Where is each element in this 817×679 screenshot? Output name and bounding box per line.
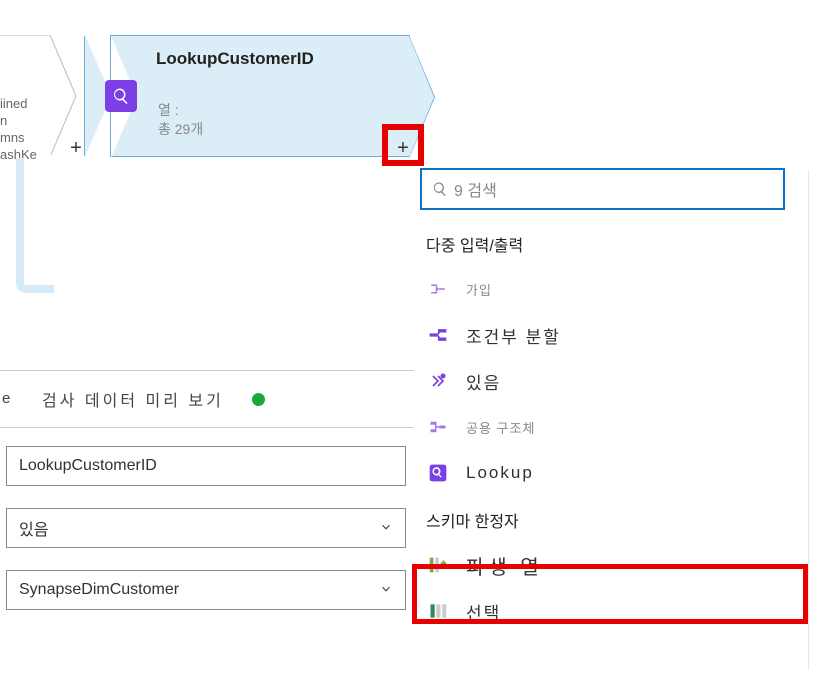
- add-branch-button-left[interactable]: +: [65, 138, 87, 160]
- select-icon: [426, 599, 450, 623]
- vertical-separator: [808, 170, 809, 670]
- search-placeholder: 9 검색: [454, 177, 497, 201]
- lookup-small-icon: [426, 461, 450, 485]
- status-dot-ok: [252, 393, 265, 406]
- connector-line-ext: [24, 285, 54, 293]
- add-transformation-button[interactable]: +: [392, 138, 414, 160]
- menu-section-schema-modifier: 스키마 한정자: [420, 504, 800, 542]
- lookup-node-columns-count: 총 29개: [158, 119, 203, 139]
- transformation-menu: 9 검색 다중 입력/출력 가입 조건부 분할 있음 공용 구조체 Lookup…: [420, 168, 800, 634]
- exists-type-select[interactable]: 있음: [6, 508, 406, 548]
- chevron-down-icon: [379, 520, 393, 537]
- conditional-split-icon: [426, 323, 450, 347]
- derived-column-icon: [426, 553, 450, 577]
- lookup-node[interactable]: LookupCustomerID 열 : 총 29개: [110, 35, 410, 157]
- menu-section-multi-io: 다중 입력/출력: [420, 228, 800, 266]
- menu-item-derived-column[interactable]: 파생 열: [420, 542, 800, 588]
- menu-item-exists[interactable]: 있음: [420, 358, 800, 404]
- connector-line: [16, 158, 26, 293]
- menu-item-lookup[interactable]: Lookup: [420, 450, 800, 496]
- union-icon: [426, 415, 450, 439]
- search-icon: [432, 181, 448, 197]
- tab-data-preview[interactable]: 검사 데이터 미리 보기: [42, 387, 224, 411]
- exists-icon: [426, 369, 450, 393]
- menu-item-select[interactable]: 선택: [420, 588, 800, 634]
- menu-item-join[interactable]: 가입: [420, 266, 800, 312]
- right-stream-select[interactable]: SynapseDimCustomer: [6, 570, 406, 610]
- stream-name-input[interactable]: LookupCustomerID: [6, 446, 406, 486]
- upstream-node-columns: iined n mns ashKe: [0, 95, 37, 163]
- lookup-node-title: LookupCustomerID: [156, 49, 314, 69]
- chevron-down-icon: [379, 582, 393, 599]
- lookup-icon: [105, 80, 137, 112]
- lookup-node-columns-label: 열 :: [158, 100, 179, 120]
- menu-item-union[interactable]: 공용 구조체: [420, 404, 800, 450]
- inspector-panel: 검사 데이터 미리 보기 LookupCustomerID 있음 Synapse…: [0, 370, 414, 632]
- transformation-search-input[interactable]: 9 검색: [420, 168, 785, 210]
- join-icon: [426, 277, 450, 301]
- menu-item-conditional-split[interactable]: 조건부 분할: [420, 312, 800, 358]
- upstream-node-partial: iined n mns ashKe: [0, 35, 80, 155]
